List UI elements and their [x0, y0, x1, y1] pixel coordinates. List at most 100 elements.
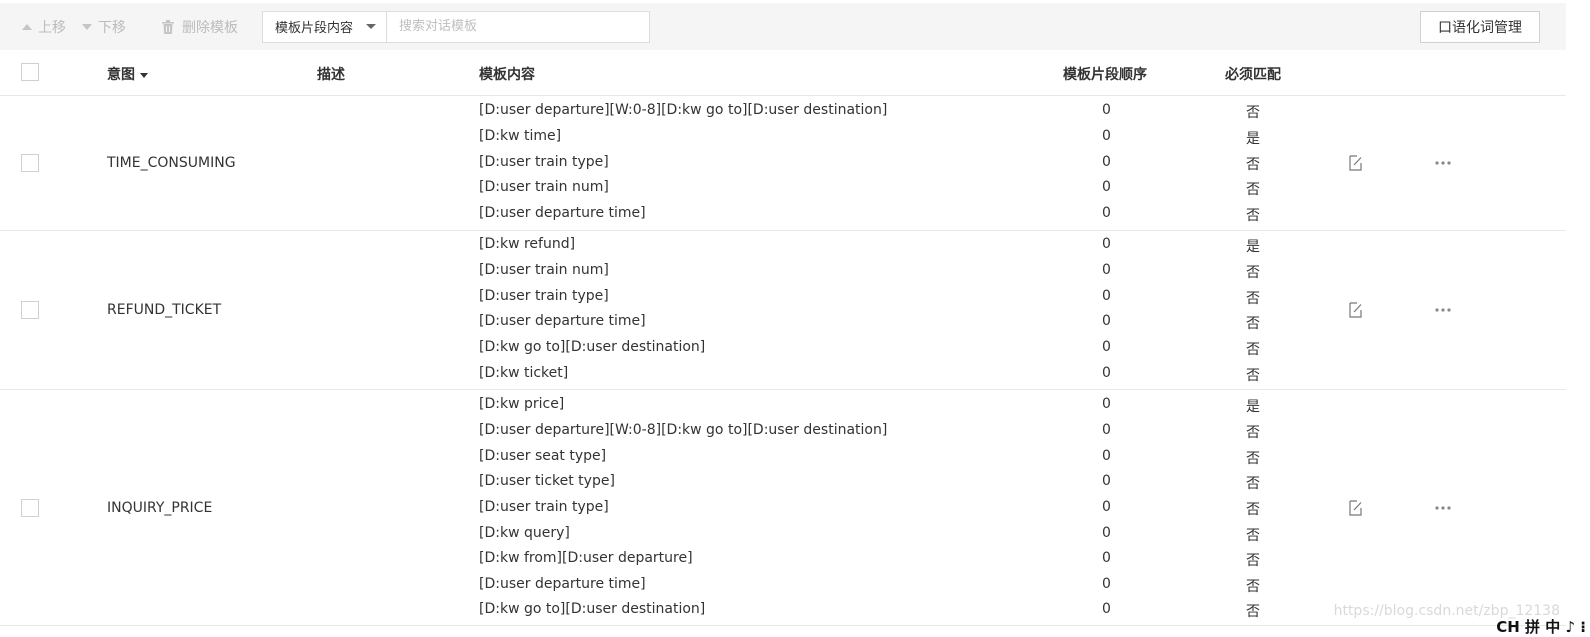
segment-order: 0: [1102, 576, 1111, 592]
oral-word-manage-button[interactable]: 口语化词管理: [1420, 11, 1540, 43]
edit-icon[interactable]: [1349, 500, 1363, 516]
arrow-up-icon: [22, 23, 32, 30]
move-up-label: 上移: [38, 19, 66, 36]
header-description: 描述: [317, 67, 345, 83]
toolbar: 上移 下移 删除模板 模板片段内容 口语化词管理: [0, 3, 1566, 50]
segment-row: [D:user train type] 0 否: [0, 284, 1566, 310]
segment-row: [D:user departure][W:0-8][D:kw go to][D:…: [0, 418, 1566, 444]
segment-row: [D:kw ticket] 0 否: [0, 361, 1566, 387]
table-row: TIME_CONSUMING [D:user departure][W:0-8]…: [0, 97, 1566, 231]
search-input[interactable]: [387, 11, 649, 42]
segment-row: [D:user seat type] 0 否: [0, 444, 1566, 470]
segment-order: 0: [1102, 288, 1111, 304]
delete-template-button[interactable]: 删除模板: [162, 12, 238, 42]
segment-must-match: 否: [1246, 316, 1260, 332]
edit-icon[interactable]: [1349, 302, 1363, 318]
segment-row: [D:user departure time] 0 否: [0, 201, 1566, 227]
segment-row: [D:user train num] 0 否: [0, 258, 1566, 284]
move-down-label: 下移: [98, 19, 126, 36]
caret-down-icon: [366, 24, 376, 29]
segment-must-match: 是: [1246, 131, 1260, 147]
segment-row: [D:user train type] 0 否: [0, 150, 1566, 176]
trash-icon: [162, 19, 174, 34]
segment-row: [D:kw go to][D:user destination] 0 否: [0, 597, 1566, 623]
segment-content: [D:user departure time]: [479, 313, 646, 329]
select-all-checkbox[interactable]: [21, 63, 39, 81]
segment-content: [D:user departure][W:0-8][D:kw go to][D:…: [479, 422, 888, 438]
segment-order: 0: [1102, 396, 1111, 412]
move-down-button[interactable]: 下移: [82, 12, 126, 42]
move-up-button[interactable]: 上移: [22, 12, 66, 42]
segment-must-match: 否: [1246, 451, 1260, 467]
more-icon[interactable]: [1434, 160, 1452, 166]
segment-row: [D:user train type] 0 否: [0, 495, 1566, 521]
header-intent[interactable]: 意图: [107, 64, 148, 84]
search-field-select[interactable]: 模板片段内容: [263, 11, 387, 42]
segment-row: [D:kw refund] 0 是: [0, 232, 1566, 258]
segment-content: [D:kw from][D:user departure]: [479, 550, 693, 566]
segment-content: [D:user train type]: [479, 499, 609, 515]
header-must-match: 必须匹配: [1225, 67, 1281, 83]
segment-content: [D:kw price]: [479, 396, 565, 412]
ime-status-bar: CH 拼 中 ♪ ⁝: [1496, 618, 1586, 636]
segment-must-match: 否: [1246, 182, 1260, 198]
segment-must-match: 否: [1246, 476, 1260, 492]
segment-row: [D:user departure time] 0 否: [0, 309, 1566, 335]
segment-must-match: 否: [1246, 105, 1260, 121]
segment-content: [D:user train type]: [479, 288, 609, 304]
segment-must-match: 否: [1246, 425, 1260, 441]
segment-order: 0: [1102, 154, 1111, 170]
segment-order: 0: [1102, 313, 1111, 329]
segment-order: 0: [1102, 422, 1111, 438]
arrow-down-icon: [82, 23, 92, 30]
segment-content: [D:user train num]: [479, 179, 609, 195]
segment-order: 0: [1102, 236, 1111, 252]
segment-order: 0: [1102, 339, 1111, 355]
segment-order: 0: [1102, 473, 1111, 489]
segment-row: [D:kw price] 0 是: [0, 392, 1566, 418]
table-header: 意图 描述 模板内容 模板片段顺序 必须匹配: [0, 50, 1566, 96]
segment-order: 0: [1102, 525, 1111, 541]
segment-row: [D:user ticket type] 0 否: [0, 469, 1566, 495]
segment-must-match: 否: [1246, 291, 1260, 307]
segment-order: 0: [1102, 601, 1111, 617]
segment-content: [D:user departure time]: [479, 205, 646, 221]
edit-icon[interactable]: [1349, 155, 1363, 171]
segment-row: [D:user departure time] 0 否: [0, 572, 1566, 598]
more-icon[interactable]: [1434, 505, 1452, 511]
segment-row: [D:kw from][D:user departure] 0 否: [0, 546, 1566, 572]
segment-content: [D:kw refund]: [479, 236, 576, 252]
segment-row: [D:user departure][W:0-8][D:kw go to][D:…: [0, 98, 1566, 124]
segment-content: [D:kw ticket]: [479, 365, 569, 381]
segment-content: [D:kw go to][D:user destination]: [479, 601, 706, 617]
segment-content: [D:user ticket type]: [479, 473, 615, 489]
segment-order: 0: [1102, 128, 1111, 144]
table-row: REFUND_TICKET [D:kw refund] 0 是 [D:user …: [0, 231, 1566, 390]
segment-must-match: 否: [1246, 208, 1260, 224]
segment-must-match: 否: [1246, 528, 1260, 544]
segment-row: [D:kw go to][D:user destination] 0 否: [0, 335, 1566, 361]
segment-order: 0: [1102, 365, 1111, 381]
segment-must-match: 否: [1246, 342, 1260, 358]
segment-row: [D:kw time] 0 是: [0, 124, 1566, 150]
segment-content: [D:user train type]: [479, 154, 609, 170]
segment-content: [D:user departure][W:0-8][D:kw go to][D:…: [479, 102, 888, 118]
segment-order: 0: [1102, 102, 1111, 118]
delete-template-label: 删除模板: [182, 19, 238, 36]
segment-order: 0: [1102, 499, 1111, 515]
segment-must-match: 否: [1246, 368, 1260, 384]
segment-must-match: 否: [1246, 502, 1260, 518]
segment-order: 0: [1102, 262, 1111, 278]
segment-must-match: 否: [1246, 157, 1260, 173]
more-icon[interactable]: [1434, 307, 1452, 313]
segment-content: [D:user seat type]: [479, 448, 607, 464]
segment-must-match: 否: [1246, 553, 1260, 569]
segment-row: [D:kw query] 0 否: [0, 521, 1566, 547]
segment-content: [D:user train num]: [479, 262, 609, 278]
segment-must-match: 否: [1246, 604, 1260, 620]
table-row: INQUIRY_PRICE [D:kw price] 0 是 [D:user d…: [0, 390, 1566, 626]
segment-order: 0: [1102, 179, 1111, 195]
segment-content: [D:kw time]: [479, 128, 562, 144]
header-order: 模板片段顺序: [1063, 67, 1147, 83]
segment-must-match: 否: [1246, 265, 1260, 281]
